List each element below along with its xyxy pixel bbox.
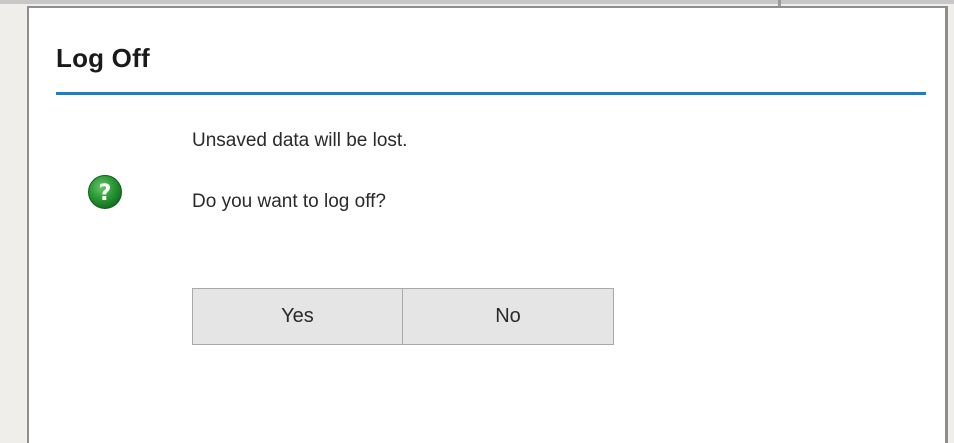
message-confirm-log-off: Do you want to log off? (192, 191, 386, 212)
log-off-dialog: Log Off ? Unsaved data will be lost. Do … (27, 6, 948, 443)
page-background: Log Off ? Unsaved data will be lost. Do … (0, 0, 954, 443)
message-unsaved-data: Unsaved data will be lost. (192, 130, 408, 151)
background-window-edge (0, 0, 954, 4)
title-divider (56, 92, 926, 95)
svg-text:?: ? (99, 181, 112, 206)
yes-button[interactable]: Yes (192, 288, 403, 345)
no-button[interactable]: No (402, 288, 614, 345)
dialog-title: Log Off (56, 43, 150, 73)
question-icon: ? (87, 174, 123, 210)
